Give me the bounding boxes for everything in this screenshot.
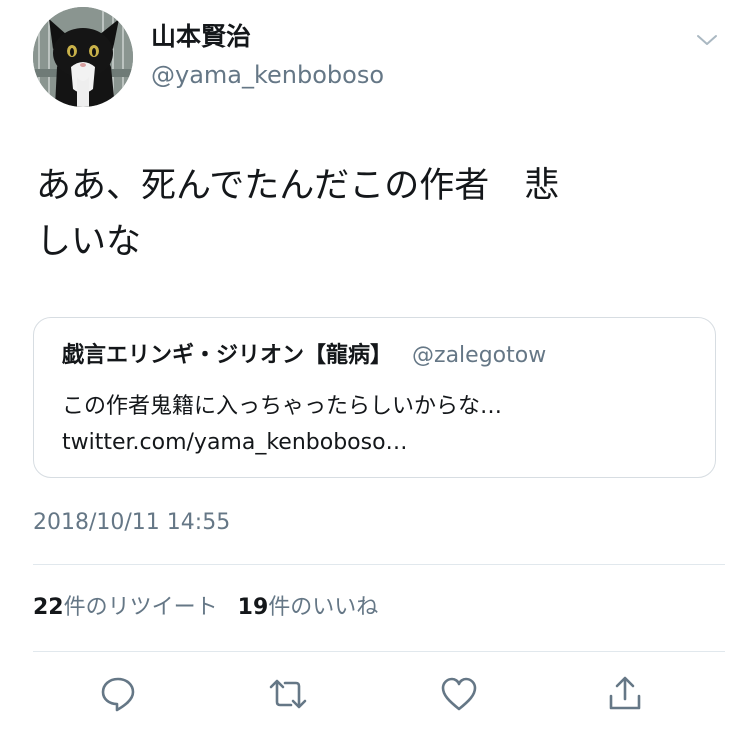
quoted-tweet-text: この作者鬼籍に入っちゃったらしいからな… (62, 394, 503, 419)
divider (33, 651, 725, 652)
likes-label: 件のいいね (268, 595, 379, 620)
cat-avatar-image (33, 7, 133, 107)
share-icon (609, 676, 641, 710)
heart-icon (441, 677, 477, 711)
quoted-tweet-header: 戯言エリンギ・ジリオン【龍病】 @zalegotow (62, 341, 546, 372)
tweet-text: ああ、死んでたんだこの作者 悲 しいな (36, 166, 560, 262)
likes-count: 19 (237, 595, 269, 620)
quoted-author-handle: @zalegotow (412, 343, 547, 368)
reply-button[interactable] (96, 672, 140, 716)
like-button[interactable] (437, 672, 481, 716)
retweet-button[interactable] (266, 672, 310, 716)
divider (33, 564, 725, 565)
quoted-tweet-card[interactable]: 戯言エリンギ・ジリオン【龍病】 @zalegotow この作者鬼籍に入っちゃったら… (33, 317, 716, 478)
retweets-stat[interactable]: 22件のリツイート (33, 595, 218, 620)
reply-icon (101, 677, 135, 712)
likes-stat[interactable]: 19件のいいね (238, 595, 379, 620)
share-button[interactable] (603, 672, 647, 716)
retweets-count: 22 (33, 595, 64, 620)
quoted-tweet-link[interactable]: twitter.com/yama_kenboboso… (62, 428, 408, 458)
tweet-timestamp: 2018/10/11 14:55 (33, 510, 231, 535)
avatar[interactable] (33, 7, 133, 107)
chevron-down-icon[interactable] (692, 30, 722, 50)
quoted-author-name: 戯言エリンギ・ジリオン【龍病】 (62, 343, 393, 368)
display-name[interactable]: 山本賢治 (151, 22, 251, 52)
tweet-stats: 22件のリツイート 19件のいいね (33, 593, 378, 623)
user-handle[interactable]: @yama_kenboboso (151, 60, 384, 90)
retweet-icon (269, 679, 307, 709)
retweets-label: 件のリツイート (63, 595, 218, 620)
